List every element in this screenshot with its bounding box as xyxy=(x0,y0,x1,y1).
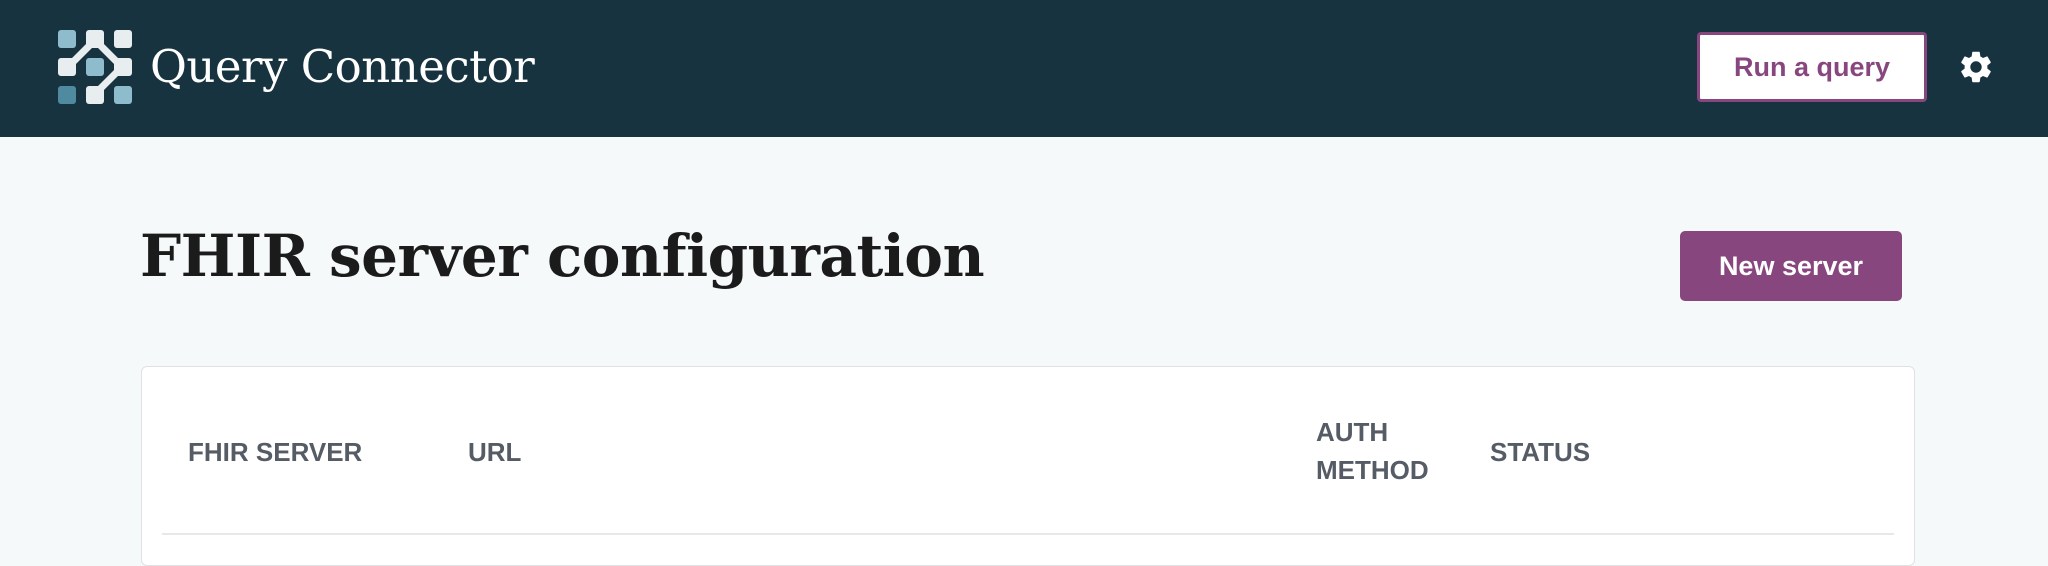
column-header-status: STATUS xyxy=(1490,437,1591,467)
gear-icon[interactable] xyxy=(1957,48,1995,86)
column-header-auth-line1: AUTH xyxy=(1316,417,1389,447)
column-header-auth-method: AUTH METHOD xyxy=(1316,413,1429,489)
column-header-fhir-server: FHIR SERVER xyxy=(188,437,363,467)
column-header-url: URL xyxy=(468,437,522,467)
fhir-server-table: FHIR SERVER URL AUTH METHOD STATUS xyxy=(141,366,1915,566)
page-title: FHIR server configuration xyxy=(140,222,985,290)
app-header: Query Connector Run a query xyxy=(0,0,2048,137)
column-header-auth-line2: METHOD xyxy=(1316,455,1429,485)
new-server-button[interactable]: New server xyxy=(1680,231,1902,301)
run-query-button[interactable]: Run a query xyxy=(1697,32,1927,102)
app-title: Query Connector xyxy=(150,40,535,93)
table-header-divider xyxy=(162,533,1894,535)
query-connector-logo-icon[interactable] xyxy=(58,30,132,104)
